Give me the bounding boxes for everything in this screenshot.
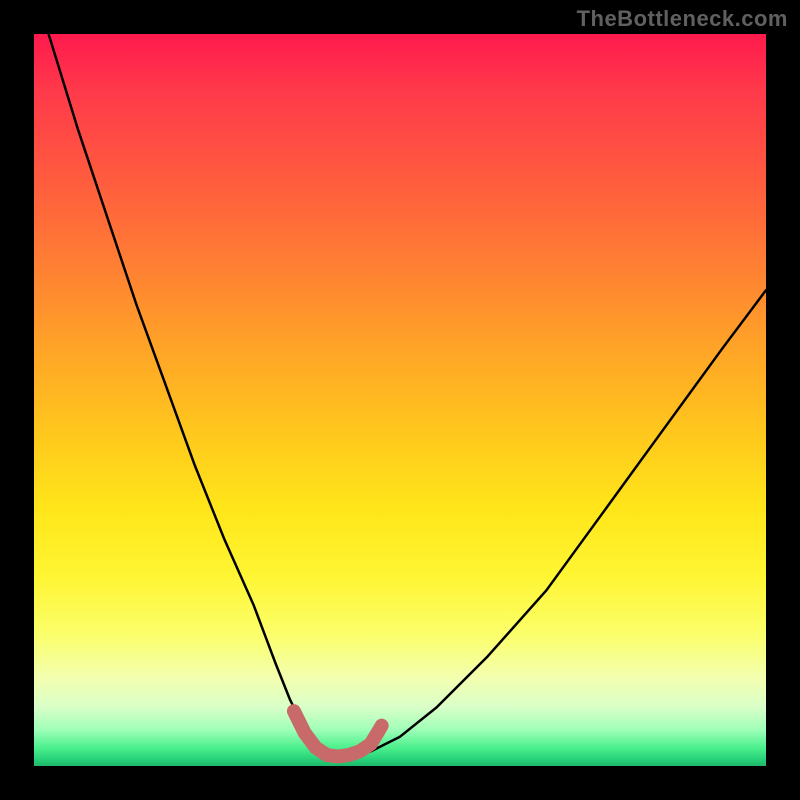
attribution-text: TheBottleneck.com — [577, 6, 788, 32]
trough-marker — [294, 711, 382, 756]
black-curve — [49, 34, 766, 755]
curve-svg — [34, 34, 766, 766]
chart-frame: TheBottleneck.com — [0, 0, 800, 800]
plot-area — [34, 34, 766, 766]
